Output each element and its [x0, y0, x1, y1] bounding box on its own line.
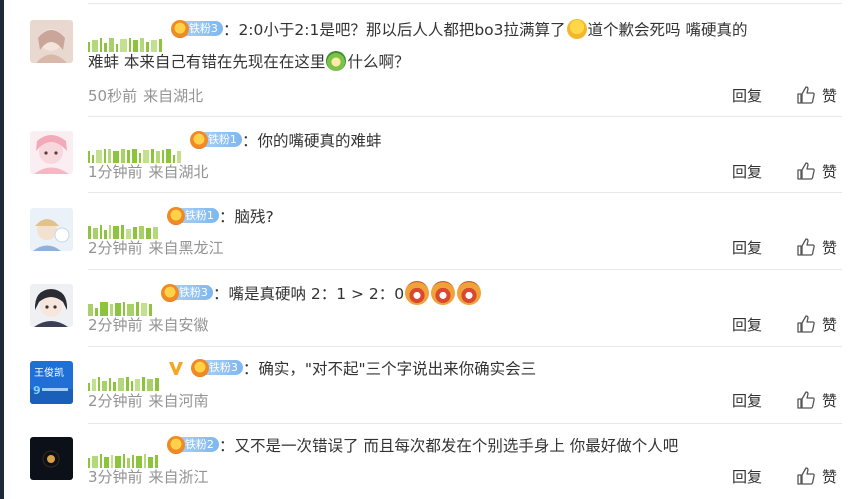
avatar[interactable] [30, 208, 73, 251]
username-masked[interactable] [88, 361, 161, 391]
reply-button[interactable]: 回复 [732, 390, 762, 411]
location: 来自湖北 [148, 163, 209, 181]
like-button[interactable]: 赞 [796, 390, 837, 412]
like-button[interactable]: 赞 [796, 314, 837, 336]
avatar-text: 王俊凯 [34, 366, 64, 379]
reply-button[interactable]: 回复 [732, 314, 762, 335]
window-edge [0, 0, 4, 499]
username-masked[interactable] [88, 22, 164, 52]
comment-meta: 2分钟前 来自河南 [88, 390, 209, 411]
comment-meta: 1分钟前 来自湖北 [88, 161, 209, 182]
comment-meta: 3分钟前 来自浙江 [88, 466, 209, 487]
reply-button[interactable]: 回复 [732, 161, 762, 182]
comment-text: 铁粉2 ：又不是一次错误了 而且每次都发在个别选手身上 你最好做个人吧 [88, 431, 830, 468]
timestamp: 3分钟前 [88, 468, 143, 486]
username-masked[interactable] [88, 438, 160, 468]
crown-icon [189, 130, 208, 149]
comment-text-line2: 难蚌 本来自己有错在先现在在这里 什么啊？ [88, 47, 409, 77]
reply-button[interactable]: 回复 [732, 466, 762, 487]
location: 来自安徽 [148, 316, 209, 334]
like-button[interactable]: 赞 [796, 161, 837, 183]
fan-badge[interactable]: 铁粉2 [166, 435, 219, 454]
comment-body: ：确实，"对不起"三个字说出来你确实会三 [242, 360, 537, 378]
divider [88, 269, 842, 270]
thumbs-up-icon [797, 85, 815, 104]
fan-badge[interactable]: 铁粉3 [190, 358, 243, 377]
comment-text: 铁粉3 ：嘴是真硬呐 2：1 > 2：0 [88, 279, 830, 316]
like-button[interactable]: 赞 [796, 237, 837, 259]
avatar[interactable]: 王俊凯 9 [30, 361, 73, 404]
divider [88, 3, 842, 4]
username-masked[interactable] [88, 286, 154, 316]
crown-icon [166, 435, 185, 454]
fan-badge[interactable]: 铁粉3 [160, 283, 213, 302]
svg-text:9: 9 [33, 384, 41, 397]
divider [88, 116, 842, 117]
thumbs-up-icon [797, 466, 815, 485]
thumbs-up-icon [797, 161, 815, 180]
comment-body: ：又不是一次错误了 而且每次都发在个别选手身上 你最好做个人吧 [218, 437, 679, 455]
thumbs-up-icon [797, 314, 815, 333]
comment-meta: 50秒前 来自湖北 [88, 85, 203, 106]
crown-icon [190, 358, 209, 377]
crown-icon [166, 206, 185, 225]
laugh-cry-emoji [457, 280, 482, 305]
comment-text: 铁粉1 ：脑残? [88, 202, 830, 239]
crown-icon [170, 19, 189, 38]
verified-v-icon [168, 361, 183, 375]
comment-body: ：2:0小于2:1是吧？那以后人人都把bo3拉满算了 [222, 21, 566, 39]
username-masked[interactable] [88, 209, 160, 239]
fan-badge[interactable]: 铁粉3 [170, 19, 223, 38]
divider [88, 192, 842, 193]
timestamp: 2分钟前 [88, 392, 143, 410]
laugh-cry-emoji [431, 280, 456, 305]
divider [88, 423, 842, 424]
reply-button[interactable]: 回复 [732, 237, 762, 258]
comment-body: ：你的嘴硬真的难蚌 [241, 132, 382, 150]
avatar[interactable] [30, 20, 73, 63]
divider [88, 346, 842, 347]
comment-meta: 2分钟前 来自黑龙江 [88, 237, 224, 258]
avatar[interactable] [30, 437, 73, 480]
avatar[interactable] [30, 284, 73, 327]
melon-emoji [326, 50, 347, 71]
timestamp: 1分钟前 [88, 163, 143, 181]
hug-emoji [566, 18, 587, 39]
comment-body: ：脑残? [218, 208, 274, 226]
timestamp: 50秒前 [88, 87, 138, 105]
like-button[interactable]: 赞 [796, 466, 837, 488]
crown-icon [160, 283, 179, 302]
location: 来自湖北 [143, 87, 204, 105]
thumbs-up-icon [797, 390, 815, 409]
thumbs-up-icon [797, 237, 815, 256]
like-button[interactable]: 赞 [796, 85, 837, 107]
comment-body: ：嘴是真硬呐 2：1 > 2：0 [212, 285, 405, 303]
comment-body-cont: 道个歉会死吗 嘴硬真的 [587, 21, 748, 39]
avatar[interactable] [30, 131, 73, 174]
fan-badge[interactable]: 铁粉1 [189, 130, 242, 149]
location: 来自河南 [148, 392, 209, 410]
timestamp: 2分钟前 [88, 239, 143, 257]
laugh-cry-emoji [405, 280, 430, 305]
comment-text: 铁粉3 ：确实，"对不起"三个字说出来你确实会三 [88, 354, 830, 391]
fan-badge[interactable]: 铁粉1 [166, 206, 219, 225]
location: 来自黑龙江 [148, 239, 224, 257]
reply-button[interactable]: 回复 [732, 85, 762, 106]
username-masked[interactable] [88, 133, 183, 163]
comment-text: 铁粉3 ：2:0小于2:1是吧？那以后人人都把bo3拉满算了 道个歉会死吗 嘴硬真的 [88, 15, 830, 52]
comment-text: 铁粉1 ：你的嘴硬真的难蚌 [88, 126, 830, 163]
location: 来自浙江 [148, 468, 209, 486]
comment-meta: 2分钟前 来自安徽 [88, 314, 209, 335]
timestamp: 2分钟前 [88, 316, 143, 334]
